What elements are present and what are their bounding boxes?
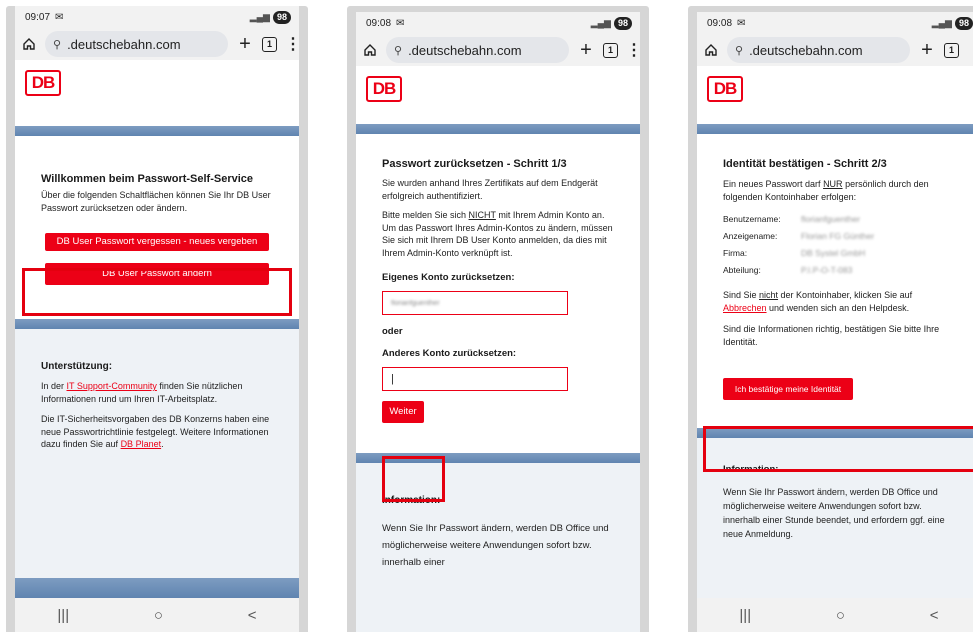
highlight-box (703, 426, 973, 472)
browser-toolbar: ⚲ .deutschebahn.com + 1 ⋮ (697, 34, 973, 66)
information-text: Wenn Sie Ihr Passwort ändern, werden DB … (382, 523, 609, 568)
identity-intro: Ein neues Passwort darf NUR persönlich d… (723, 179, 929, 202)
screen-2: 09:08 ✉ ▂▄▆ 98 ⚲ .deutschebahn.com + 1 ⋮ DB… (356, 12, 640, 632)
db-logo: DB (366, 76, 402, 102)
support-title: Unterstützung: (41, 361, 113, 372)
menu-icon[interactable]: ⋮ (285, 34, 299, 54)
detail-row: Anzeigename: Florian FG Günther (723, 231, 875, 241)
menu-icon[interactable]: ⋮ (626, 40, 640, 60)
detail-row: Abteilung: P.I.P-O-T-083 (723, 265, 853, 275)
blue-divider (15, 319, 299, 329)
battery-badge: 98 (954, 16, 973, 30)
site-settings-icon[interactable]: ⚲ (394, 44, 402, 57)
new-tab-icon[interactable]: + (577, 40, 595, 60)
tab-count-icon[interactable]: 1 (262, 36, 277, 52)
url-text: .deutschebahn.com (408, 42, 522, 58)
tab-count-icon[interactable]: 1 (603, 42, 618, 58)
not-owner-notice: Sind Sie nicht der Kontoinhaber, klicken… (723, 290, 913, 313)
db-planet-link[interactable]: DB Planet (121, 439, 162, 449)
recents-icon[interactable]: ||| (57, 607, 69, 624)
admin-warning: Bitte melden Sie sich NICHT mit Ihrem Ad… (382, 210, 613, 258)
forgot-password-button[interactable]: DB User Passwort vergessen - neues verge… (45, 233, 269, 251)
highlight-box (22, 268, 292, 316)
status-bar: 09:07 ✉ ▂▄▆ 98 (15, 6, 299, 28)
page-content: DB Willkommen beim Passwort-Self-Service… (15, 70, 299, 629)
signal-icon: ▂▄▆ (249, 11, 270, 22)
welcome-text: Über die folgenden Schaltflächen können … (41, 190, 271, 213)
site-settings-icon[interactable]: ⚲ (53, 38, 61, 51)
detail-row: Benutzername: florianfguenther (723, 214, 861, 224)
or-label: oder (382, 326, 403, 337)
confirm-text: Sind die Informationen richtig, bestätig… (723, 324, 940, 347)
home-button-icon[interactable]: ○ (154, 607, 163, 624)
status-bar: 09:08 ✉ ▂▄▆ 98 (356, 12, 640, 34)
db-logo: DB (707, 76, 743, 102)
highlight-box (382, 456, 445, 502)
status-time: 09:07 (25, 11, 51, 23)
page-content: DB Passwort zurücksetzen - Schritt 1/3 S… (356, 76, 640, 632)
own-account-label: Eigenes Konto zurücksetzen: (382, 272, 515, 283)
url-bar[interactable]: ⚲ .deutschebahn.com (45, 31, 228, 57)
auth-intro: Sie wurden anhand Ihres Zertifikats auf … (382, 178, 598, 201)
android-nav-bar: ||| ○ < (697, 598, 973, 632)
notification-icon: ✉ (737, 17, 746, 29)
step-title: Passwort zurücksetzen - Schritt 1/3 (382, 158, 567, 170)
account-details: Benutzername: florianfguenther Anzeigenam… (723, 211, 955, 279)
browser-toolbar: ⚲ .deutschebahn.com + 1 ⋮ (356, 34, 640, 66)
home-icon[interactable] (703, 42, 719, 58)
signal-icon: ▂▄▆ (931, 17, 952, 28)
url-text: .deutschebahn.com (749, 42, 863, 58)
blue-divider (697, 124, 973, 134)
home-button-icon[interactable]: ○ (836, 607, 845, 624)
step-title: Identität bestätigen - Schritt 2/3 (723, 158, 887, 170)
battery-badge: 98 (272, 10, 291, 24)
blue-footer (15, 578, 299, 598)
new-tab-icon[interactable]: + (918, 40, 936, 60)
phone-screenshot-2: 09:08 ✉ ▂▄▆ 98 ⚲ .deutschebahn.com + 1 ⋮ DB… (347, 6, 649, 632)
screen-3: 09:08 ✉ ▂▄▆98 ⚲ .deutschebahn.com + 1 ⋮ DB… (697, 12, 973, 632)
support-text-1: In der IT Support-Community finden Sie n… (41, 381, 243, 404)
next-button[interactable]: Weiter (382, 401, 424, 423)
page-content: DB Identität bestätigen - Schritt 2/3 Ei… (697, 76, 973, 632)
blue-divider (356, 124, 640, 134)
other-account-input[interactable]: | (382, 367, 568, 391)
home-icon[interactable] (362, 42, 378, 58)
information-text: Wenn Sie Ihr Passwort ändern, werden DB … (723, 487, 945, 539)
it-support-community-link[interactable]: IT Support-Community (67, 381, 157, 391)
new-tab-icon[interactable]: + (236, 34, 254, 54)
support-text-2: Die IT-Sicherheitsvorgaben des DB Konzer… (41, 414, 270, 449)
recents-icon[interactable]: ||| (739, 607, 751, 624)
url-bar[interactable]: ⚲ .deutschebahn.com (386, 37, 569, 63)
detail-row: Firma: DB Systel GmbH (723, 248, 866, 258)
welcome-title: Willkommen beim Passwort-Self-Service (41, 173, 254, 185)
android-nav-bar: ||| ○ < (15, 598, 299, 632)
site-settings-icon[interactable]: ⚲ (735, 44, 743, 57)
status-time: 09:08 (707, 17, 733, 29)
back-icon[interactable]: < (248, 607, 257, 624)
phone-screenshot-3: 09:08 ✉ ▂▄▆98 ⚲ .deutschebahn.com + 1 ⋮ DB… (688, 6, 973, 632)
confirm-identity-button[interactable]: Ich bestätige meine Identität (723, 378, 853, 400)
url-text: .deutschebahn.com (67, 36, 181, 52)
notification-icon: ✉ (396, 17, 405, 29)
blue-divider (15, 126, 299, 136)
phone-screenshot-1: 09:07 ✉ ▂▄▆ 98 ⚲ .deutschebahn.com + 1 ⋮ DB… (6, 6, 308, 632)
signal-icon: ▂▄▆ (590, 17, 611, 28)
screen-1: 09:07 ✉ ▂▄▆ 98 ⚲ .deutschebahn.com + 1 ⋮ DB… (15, 6, 299, 632)
menu-icon[interactable]: ⋮ (967, 40, 973, 60)
battery-badge: 98 (613, 16, 632, 30)
home-icon[interactable] (21, 36, 37, 52)
status-bar: 09:08 ✉ ▂▄▆ 98 (697, 12, 973, 34)
back-icon[interactable]: < (930, 607, 939, 624)
browser-toolbar: ⚲ .deutschebahn.com + 1 ⋮ (15, 28, 299, 60)
status-time: 09:08 (366, 17, 392, 29)
url-bar[interactable]: ⚲ .deutschebahn.com (727, 37, 910, 63)
other-account-label: Anderes Konto zurücksetzen: (382, 348, 517, 359)
notification-icon: ✉ (55, 11, 64, 23)
cancel-link[interactable]: Abbrechen (723, 303, 767, 313)
db-logo: DB (25, 70, 61, 96)
tab-count-icon[interactable]: 1 (944, 42, 959, 58)
own-account-field[interactable]: florianfguenther (382, 291, 568, 315)
